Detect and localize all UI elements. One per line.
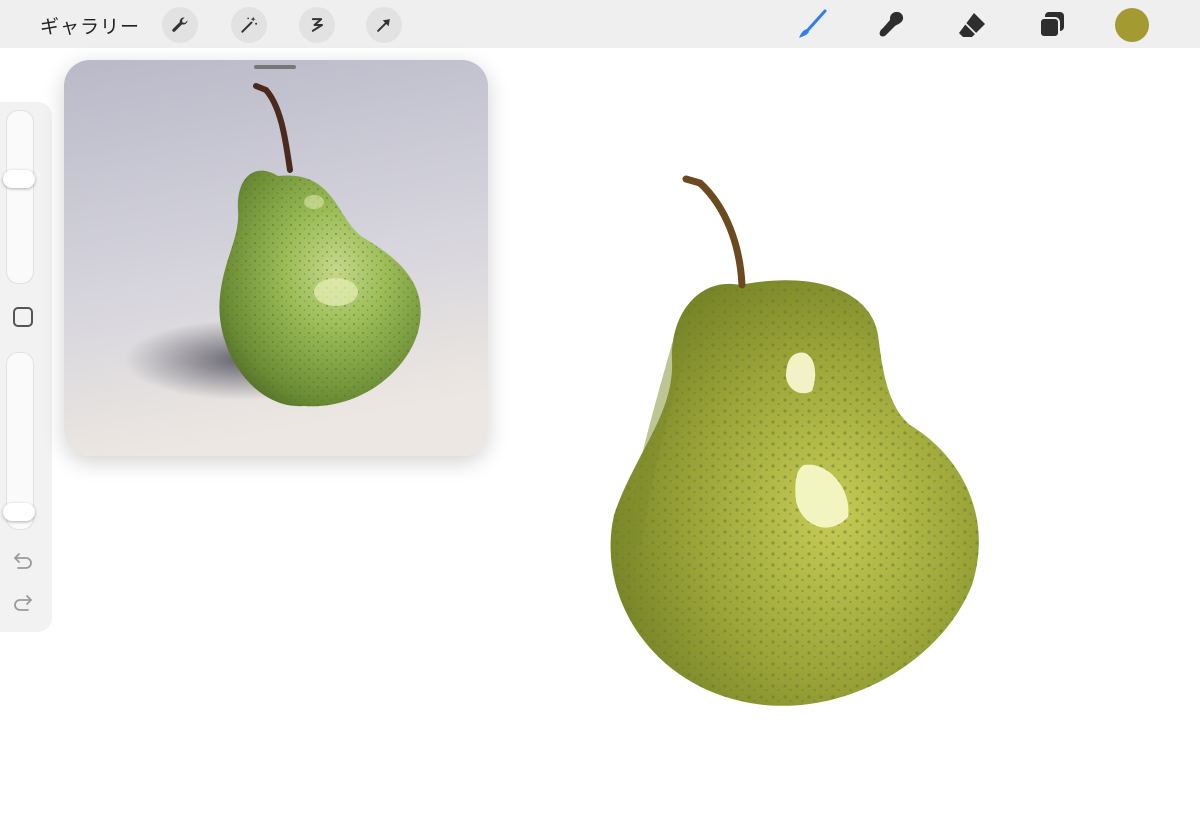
reference-drag-handle[interactable]	[254, 65, 296, 69]
modifier-square-icon[interactable]	[13, 307, 33, 327]
selection-s-icon	[311, 18, 323, 32]
wrench-icon	[172, 17, 188, 32]
smudge-tool-button[interactable]	[873, 6, 911, 44]
reference-window[interactable]	[64, 60, 488, 456]
actions-button[interactable]	[162, 7, 198, 43]
color-swatch[interactable]	[1115, 8, 1149, 42]
redo-icon[interactable]	[12, 592, 34, 614]
reference-pear-photo	[64, 60, 488, 456]
layers-icon	[1039, 12, 1064, 38]
transform-arrow-icon	[377, 19, 390, 32]
magic-wand-icon	[241, 16, 258, 33]
transform-button[interactable]	[366, 7, 402, 43]
canvas-pear-painting[interactable]	[590, 165, 990, 725]
undo-icon[interactable]	[12, 550, 34, 572]
adjustments-button[interactable]	[231, 7, 267, 43]
top-toolbar: ギャラリー	[0, 0, 1200, 48]
opacity-slider[interactable]	[3, 352, 35, 530]
brush-size-slider[interactable]	[3, 110, 35, 284]
smudge-icon	[879, 11, 904, 37]
eraser-tool-button[interactable]	[953, 6, 991, 44]
eraser-icon	[959, 13, 985, 37]
left-sidebar	[0, 102, 52, 632]
selection-button[interactable]	[299, 7, 335, 43]
brush-size-thumb[interactable]	[3, 170, 35, 188]
gallery-link[interactable]: ギャラリー	[40, 12, 140, 39]
opacity-thumb[interactable]	[3, 503, 35, 521]
layers-button[interactable]	[1033, 6, 1071, 44]
brush-tool-button[interactable]	[793, 6, 831, 44]
brush-icon	[799, 9, 827, 38]
